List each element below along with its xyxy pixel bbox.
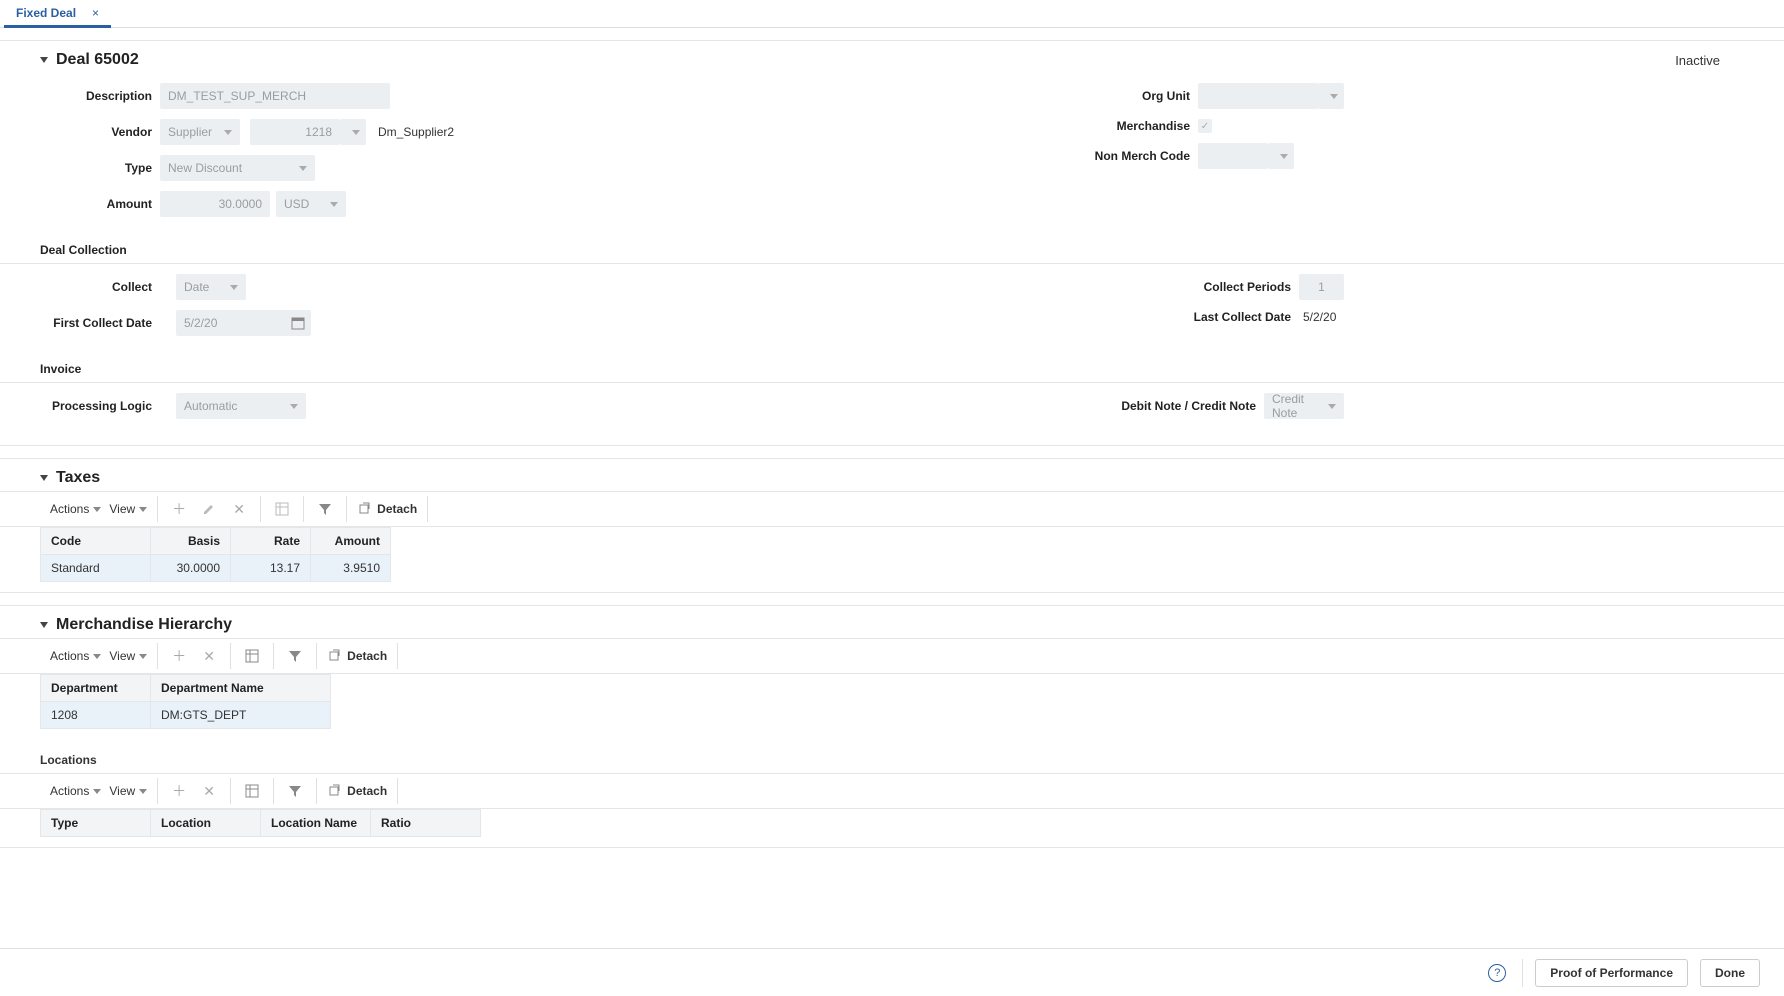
col-type: Type (41, 810, 151, 837)
type-select: New Discount (160, 155, 315, 181)
calendar-icon (285, 310, 311, 336)
export-icon[interactable] (241, 645, 263, 667)
label-collect: Collect (40, 280, 160, 294)
detach-button[interactable]: Detach (357, 502, 417, 516)
last-collect-date-value: 5/2/20 (1299, 310, 1336, 324)
delete-icon: ✕ (198, 645, 220, 667)
vendor-name: Dm_Supplier2 (374, 125, 454, 139)
vendor-id-field: 1218 (250, 119, 340, 145)
col-ratio: Ratio (371, 810, 481, 837)
col-dept-name: Department Name (151, 675, 331, 702)
delete-icon: ✕ (228, 498, 250, 520)
actions-menu[interactable]: Actions (50, 649, 101, 663)
merchandise-checkbox (1198, 119, 1212, 133)
label-non-merch-code: Non Merch Code (1038, 149, 1198, 163)
currency-select: USD (276, 191, 346, 217)
actions-menu[interactable]: Actions (50, 502, 101, 516)
section-deal-collection: Deal Collection (0, 237, 1784, 264)
col-location: Location (151, 810, 261, 837)
add-icon: ＋ (168, 780, 190, 802)
label-processing-logic: Processing Logic (40, 399, 160, 413)
status-badge: Inactive (1675, 53, 1720, 68)
section-invoice: Invoice (0, 356, 1784, 383)
vendor-type-select: Supplier (160, 119, 240, 145)
detach-button[interactable]: Detach (327, 649, 387, 663)
note-type-select: Credit Note (1264, 393, 1344, 419)
table-header-row: Type Location Location Name Ratio (41, 810, 1745, 837)
chevron-down-icon[interactable] (40, 475, 48, 481)
section-merch-hier: Merchandise Hierarchy (56, 616, 232, 634)
delete-icon: ✕ (198, 780, 220, 802)
description-field: DM_TEST_SUP_MERCH (160, 83, 390, 109)
col-code: Code (41, 528, 151, 555)
view-menu[interactable]: View (109, 502, 147, 516)
label-last-collect-date: Last Collect Date (1139, 310, 1299, 324)
detach-button[interactable]: Detach (327, 784, 387, 798)
label-vendor: Vendor (40, 125, 160, 139)
section-locations: Locations (0, 739, 1784, 773)
org-unit-lookup-button (1318, 83, 1344, 109)
proof-of-performance-button[interactable]: Proof of Performance (1535, 959, 1688, 987)
view-menu[interactable]: View (109, 784, 147, 798)
col-amount: Amount (311, 528, 391, 555)
non-merch-code-lookup-button (1268, 143, 1294, 169)
collect-periods-field: 1 (1299, 274, 1344, 300)
help-icon[interactable]: ? (1488, 964, 1506, 982)
add-icon: ＋ (168, 498, 190, 520)
amount-field: 30.0000 (160, 191, 270, 217)
label-amount: Amount (40, 197, 160, 211)
label-type: Type (40, 161, 160, 175)
filter-icon[interactable] (314, 498, 336, 520)
chevron-down-icon[interactable] (40, 57, 48, 63)
close-icon[interactable]: × (92, 6, 99, 20)
edit-icon (198, 498, 220, 520)
vendor-lookup-button (340, 119, 366, 145)
org-unit-field (1198, 83, 1318, 109)
table-options-icon (271, 498, 293, 520)
actions-menu[interactable]: Actions (50, 784, 101, 798)
table-row[interactable]: Standard 30.0000 13.17 3.9510 (41, 555, 1744, 582)
label-merchandise: Merchandise (1038, 119, 1198, 133)
chevron-down-icon[interactable] (40, 622, 48, 628)
filter-icon[interactable] (284, 645, 306, 667)
section-taxes: Taxes (56, 469, 100, 487)
col-department: Department (41, 675, 151, 702)
add-icon: ＋ (168, 645, 190, 667)
tab-fixed-deal[interactable]: Fixed Deal × (4, 0, 111, 28)
table-header-row: Department Department Name (41, 675, 1744, 702)
export-icon[interactable] (241, 780, 263, 802)
filter-icon[interactable] (284, 780, 306, 802)
label-first-collect-date: First Collect Date (40, 316, 160, 330)
first-collect-date-field: 5/2/20 (176, 310, 311, 336)
view-menu[interactable]: View (109, 649, 147, 663)
processing-logic-select: Automatic (176, 393, 306, 419)
label-note-type: Debit Note / Credit Note (1104, 399, 1264, 413)
col-location-name: Location Name (261, 810, 371, 837)
label-org-unit: Org Unit (1038, 89, 1198, 103)
done-button[interactable]: Done (1700, 959, 1760, 987)
collect-select: Date (176, 274, 246, 300)
table-row[interactable]: 1208 DM:GTS_DEPT (41, 702, 1744, 729)
col-basis: Basis (151, 528, 231, 555)
label-description: Description (40, 89, 160, 103)
col-rate: Rate (231, 528, 311, 555)
page-title: Deal 65002 (56, 51, 139, 69)
non-merch-code-field (1198, 143, 1268, 169)
label-collect-periods: Collect Periods (1139, 280, 1299, 294)
tab-label: Fixed Deal (16, 6, 76, 20)
table-header-row: Code Basis Rate Amount (41, 528, 1744, 555)
